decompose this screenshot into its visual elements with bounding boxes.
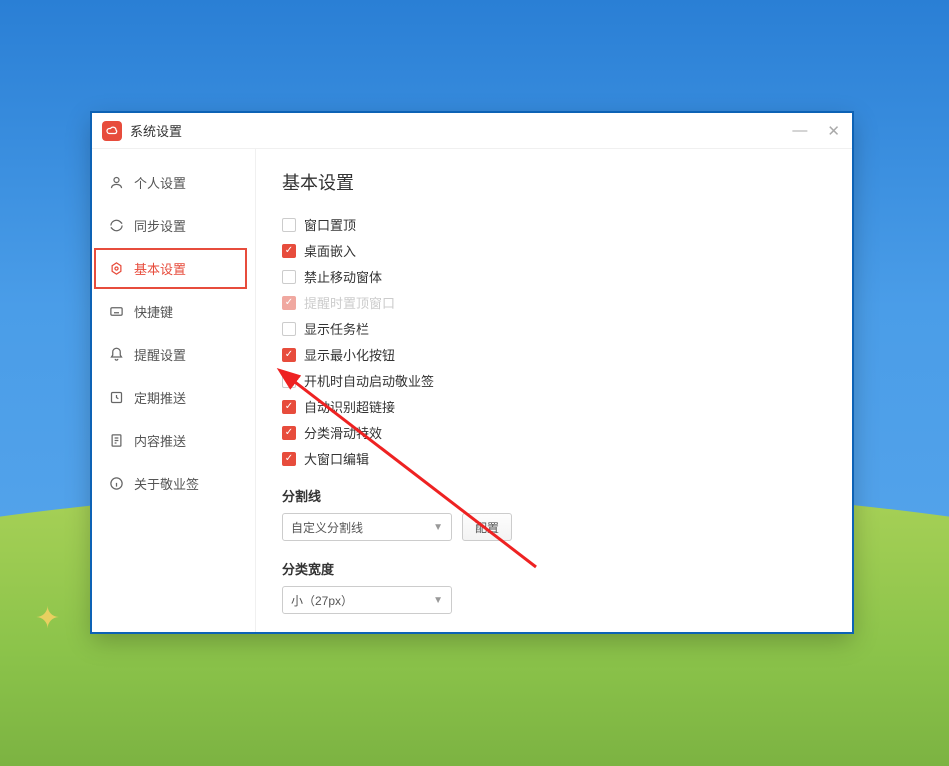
sidebar-item-content-push[interactable]: 内容推送: [92, 419, 255, 462]
clock-icon: [108, 390, 124, 405]
sidebar-item-reminder[interactable]: 提醒设置: [92, 333, 255, 376]
checkbox: ✓: [282, 296, 296, 310]
select-value: 小（27px）: [291, 592, 353, 609]
checkbox-row: ✓ 桌面嵌入: [282, 241, 826, 260]
app-icon: [102, 121, 122, 141]
checkbox[interactable]: [282, 322, 296, 336]
checkbox[interactable]: ✓: [282, 244, 296, 258]
checkbox-row: ✓ 提醒时置顶窗口: [282, 293, 826, 312]
titlebar: 系统设置 — ✕: [92, 113, 852, 149]
checkbox-label: 桌面嵌入: [304, 241, 356, 260]
gear-icon: [108, 261, 124, 276]
config-button[interactable]: 配置: [462, 513, 512, 541]
settings-window: 系统设置 — ✕ 个人设置 同步设置 基本设置 快捷键: [92, 113, 852, 632]
sidebar-item-label: 基本设置: [134, 259, 186, 278]
checkbox[interactable]: [282, 270, 296, 284]
checkbox[interactable]: ✓: [282, 426, 296, 440]
sidebar-item-about[interactable]: 关于敬业签: [92, 462, 255, 505]
checkbox[interactable]: [282, 374, 296, 388]
checkbox-label: 分类滑动特效: [304, 423, 382, 442]
minimize-button[interactable]: —: [788, 120, 811, 142]
sidebar-item-label: 个人设置: [134, 173, 186, 192]
window-title: 系统设置: [130, 121, 788, 140]
bell-icon: [108, 347, 124, 362]
sidebar-item-basic[interactable]: 基本设置: [92, 247, 255, 290]
checkbox-row: ✓ 大窗口编辑: [282, 449, 826, 468]
sync-icon: [108, 218, 124, 233]
keyboard-icon: [108, 304, 124, 319]
checkbox-row: 窗口置顶: [282, 215, 826, 234]
checkbox-label: 自动识别超链接: [304, 397, 395, 416]
checkbox-row: ✓ 分类滑动特效: [282, 423, 826, 442]
checkbox-row: ✓ 显示最小化按钮: [282, 345, 826, 364]
checkbox-row: 显示任务栏: [282, 319, 826, 338]
person-icon: [108, 175, 124, 190]
sidebar-item-label: 同步设置: [134, 216, 186, 235]
select-value: 自定义分割线: [291, 519, 363, 536]
checkbox-label: 开机时自动启动敬业签: [304, 371, 434, 390]
checkbox-label: 大窗口编辑: [304, 449, 369, 468]
checkbox-label: 禁止移动窗体: [304, 267, 382, 286]
chevron-down-icon: ▼: [433, 522, 443, 533]
sidebar-item-label: 快捷键: [134, 302, 173, 321]
checkbox[interactable]: ✓: [282, 348, 296, 362]
checkbox[interactable]: ✓: [282, 452, 296, 466]
decorative-star: ✦: [35, 601, 60, 636]
checkbox-label: 显示最小化按钮: [304, 345, 395, 364]
info-icon: [108, 476, 124, 491]
checkbox[interactable]: ✓: [282, 400, 296, 414]
checkbox-row: 开机时自动启动敬业签: [282, 371, 826, 390]
sidebar-item-label: 内容推送: [134, 431, 186, 450]
divider-select[interactable]: 自定义分割线 ▼: [282, 513, 452, 541]
sidebar-item-label: 定期推送: [134, 388, 186, 407]
chevron-down-icon: ▼: [433, 595, 443, 606]
checkbox-row: ✓ 自动识别超链接: [282, 397, 826, 416]
checkbox-label: 窗口置顶: [304, 215, 356, 234]
checkbox-label: 提醒时置顶窗口: [304, 293, 395, 312]
sidebar-item-personal[interactable]: 个人设置: [92, 161, 255, 204]
page-title: 基本设置: [282, 169, 826, 195]
sidebar-item-periodic[interactable]: 定期推送: [92, 376, 255, 419]
sidebar-item-label: 提醒设置: [134, 345, 186, 364]
checkbox[interactable]: [282, 218, 296, 232]
sidebar-item-label: 关于敬业签: [134, 474, 199, 493]
divider-label: 分割线: [282, 486, 826, 505]
sidebar-item-sync[interactable]: 同步设置: [92, 204, 255, 247]
document-icon: [108, 433, 124, 448]
checkbox-label: 显示任务栏: [304, 319, 369, 338]
category-width-select[interactable]: 小（27px） ▼: [282, 586, 452, 614]
checkbox-row: 禁止移动窗体: [282, 267, 826, 286]
close-button[interactable]: ✕: [823, 120, 844, 142]
content-panel: 基本设置 窗口置顶 ✓ 桌面嵌入禁止移动窗体 ✓ 提醒时置顶窗口显示任务栏 ✓ 显示最小化按…: [256, 149, 852, 632]
sidebar-item-shortcut[interactable]: 快捷键: [92, 290, 255, 333]
sidebar: 个人设置 同步设置 基本设置 快捷键 提醒设置 定期推送: [92, 149, 256, 632]
category-width-label: 分类宽度: [282, 559, 826, 578]
